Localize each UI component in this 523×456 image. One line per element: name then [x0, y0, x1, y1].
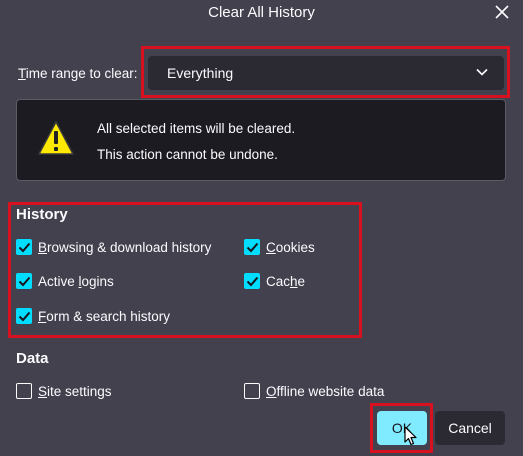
time-range-label-accel: T: [18, 66, 26, 81]
checkbox-label: Form & search history: [38, 309, 170, 324]
label-accel: F: [38, 308, 47, 324]
label-part: ite settings: [47, 383, 112, 399]
dialog-titlebar: Clear All History: [0, 0, 523, 28]
label-accel: h: [290, 273, 298, 289]
checkbox-cookies[interactable]: Cookies: [244, 238, 315, 256]
close-icon: [495, 5, 509, 19]
checkbox-checked-icon[interactable]: [16, 273, 32, 289]
checkbox-checked-icon[interactable]: [16, 239, 32, 255]
label-accel: C: [266, 239, 276, 255]
label-part: Active: [38, 273, 79, 289]
label-accel: O: [266, 383, 277, 399]
checkbox-label: Offline website data: [266, 384, 384, 399]
checkbox-checked-icon[interactable]: [16, 308, 32, 324]
checkbox-unchecked-icon[interactable]: [16, 383, 32, 399]
warning-line-1: All selected items will be cleared.: [97, 121, 296, 136]
label-accel: B: [38, 239, 48, 255]
warning-icon: [38, 121, 74, 155]
checkbox-form-search-history[interactable]: Form & search history: [16, 307, 170, 325]
label-part: ogins: [81, 273, 114, 289]
label-part: ffline website data: [276, 383, 385, 399]
checkbox-checked-icon[interactable]: [244, 273, 260, 289]
checkbox-label: Cache: [266, 274, 305, 289]
label-part: orm & search history: [46, 308, 171, 324]
dialog-title: Clear All History: [208, 4, 315, 21]
data-section-title: Data: [16, 350, 49, 367]
history-section-title: History: [16, 206, 68, 223]
checkbox-label: Browsing & download history: [38, 240, 211, 255]
close-button[interactable]: [493, 3, 511, 21]
label-part: Cac: [266, 273, 291, 289]
checkbox-label: Cookies: [266, 240, 315, 255]
checkbox-offline-website-data[interactable]: Offline website data: [244, 382, 384, 400]
ok-button[interactable]: OK: [377, 411, 427, 445]
checkbox-cache[interactable]: Cache: [244, 272, 305, 290]
cancel-button[interactable]: Cancel: [435, 411, 505, 445]
label-part: rowsing & download history: [47, 239, 212, 255]
checkbox-unchecked-icon[interactable]: [244, 383, 260, 399]
time-range-label: Time range to clear:: [18, 66, 138, 81]
checkbox-label: Active logins: [38, 274, 114, 289]
checkbox-browsing-history[interactable]: Browsing & download history: [16, 238, 211, 256]
time-range-label-rest: ime range to clear:: [25, 66, 138, 81]
warning-box: All selected items will be cleared. This…: [16, 99, 506, 181]
time-range-select[interactable]: Everything: [148, 56, 504, 90]
checkbox-site-settings[interactable]: Site settings: [16, 382, 112, 400]
warning-line-2: This action cannot be undone.: [97, 147, 278, 162]
label-part: e: [297, 273, 306, 289]
checkbox-active-logins[interactable]: Active logins: [16, 272, 114, 290]
time-range-value: Everything: [167, 65, 234, 81]
label-part: ookies: [275, 239, 315, 255]
chevron-down-icon: [476, 68, 488, 76]
checkbox-label: Site settings: [38, 384, 112, 399]
checkbox-checked-icon[interactable]: [244, 239, 260, 255]
label-accel: S: [38, 383, 48, 399]
